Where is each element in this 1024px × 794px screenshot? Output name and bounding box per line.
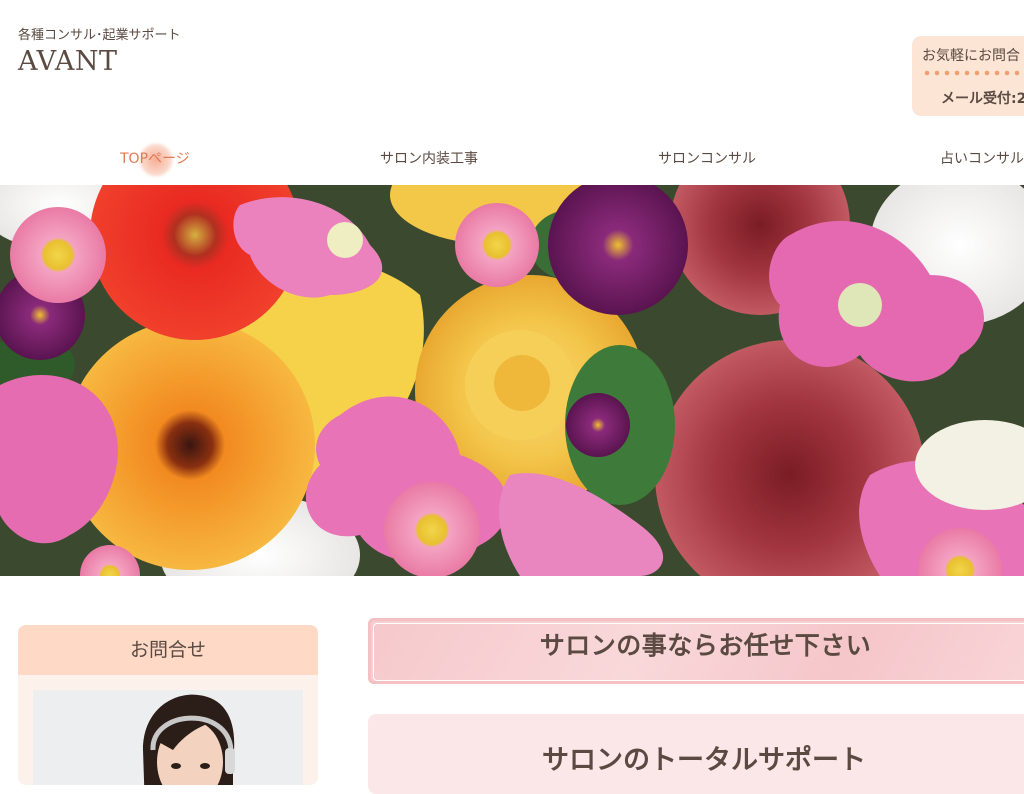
flower-illustration <box>0 185 1024 576</box>
contact-box[interactable]: お気軽にお問合 メール受付:2 <box>912 36 1024 116</box>
operator-photo <box>33 690 303 785</box>
operator-illustration <box>33 690 303 785</box>
sidebar-heading: お問合せ <box>18 625 318 675</box>
sidebar-contact-panel: お問合せ <box>18 625 318 785</box>
site-logo[interactable]: AVANT <box>18 46 117 77</box>
main-banner: サロンの事ならお任せ下さい <box>368 618 1024 684</box>
hero-flower-image <box>0 185 1024 576</box>
service-card: サロンのトータルサポート <box>368 714 1024 794</box>
contact-title: お気軽にお問合 <box>922 48 1020 64</box>
banner-title: サロンの事ならお任せ下さい <box>539 631 872 660</box>
nav-item-salon-interior[interactable]: サロン内装工事 <box>380 148 478 168</box>
site-tagline: 各種コンサル･起業サポート <box>18 28 181 43</box>
nav-item-salon-consult[interactable]: サロンコンサル <box>658 148 756 168</box>
dotted-divider <box>922 70 1024 76</box>
site-header: 各種コンサル･起業サポート AVANT お気軽にお問合 メール受付:2 <box>0 0 1024 130</box>
contact-mail-hours: メール受付:2 <box>941 91 1024 107</box>
section-title: サロンのトータルサポート <box>542 745 866 776</box>
main-nav: TOPページ サロン内装工事 サロンコンサル 占いコンサル <box>0 138 1024 182</box>
nav-item-fortune-consult[interactable]: 占いコンサル <box>940 148 1024 168</box>
nav-item-top[interactable]: TOPページ <box>120 148 190 168</box>
